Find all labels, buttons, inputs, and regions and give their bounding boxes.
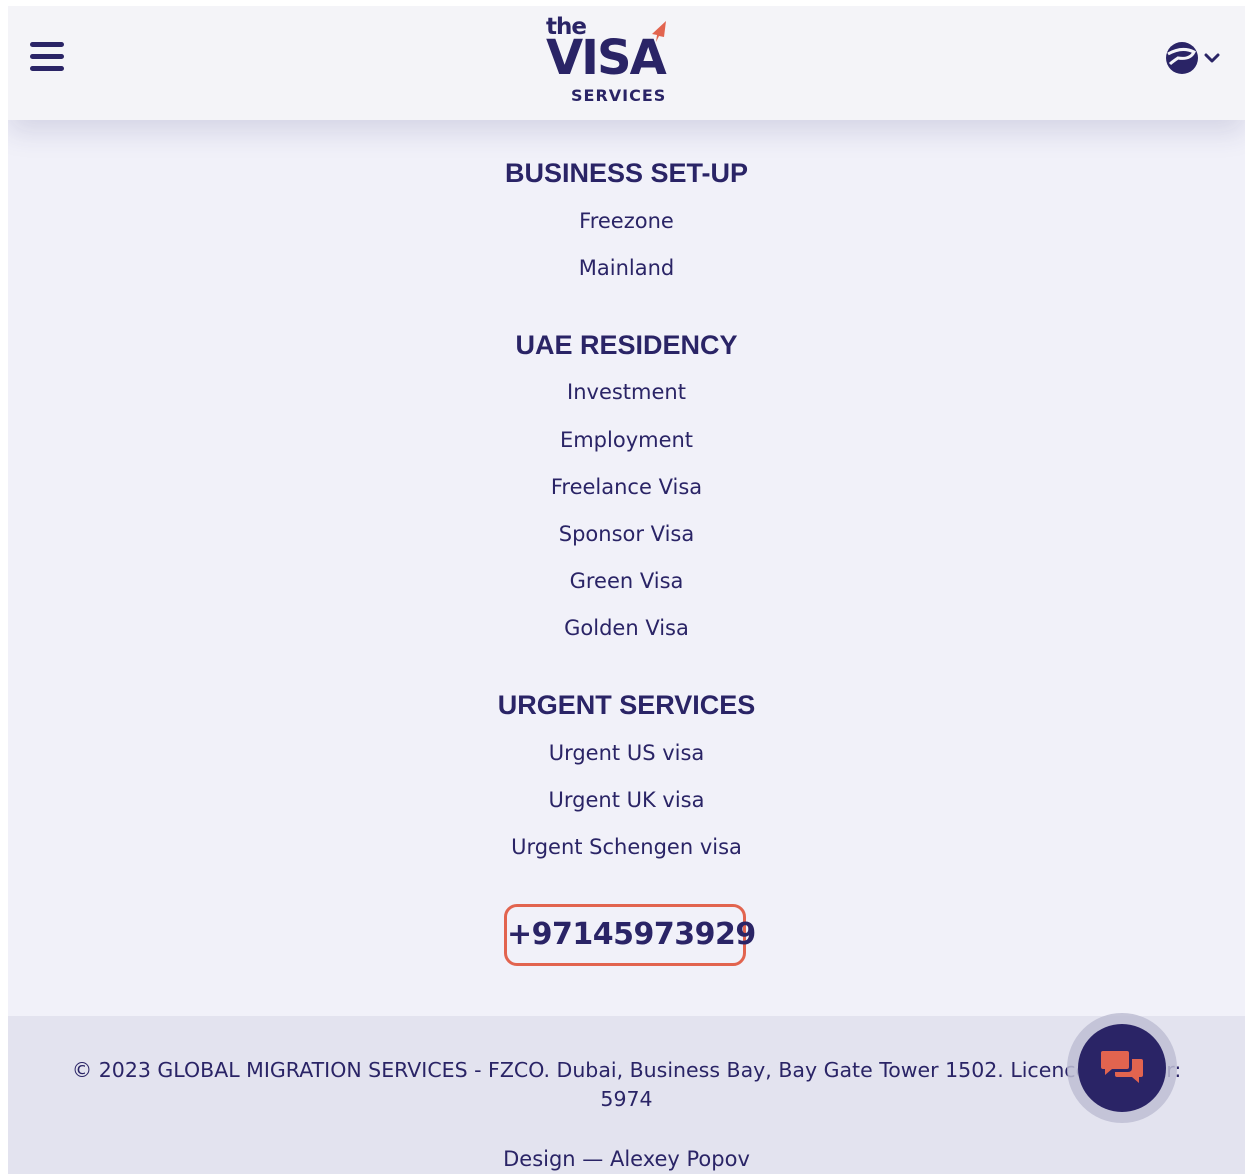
link-freezone[interactable]: Freezone (8, 207, 1245, 235)
design-credit-link[interactable]: Design — Alexey Popov (8, 1145, 1245, 1174)
paper-plane-icon (652, 21, 666, 42)
copyright-text: © 2023 GLOBAL MIGRATION SERVICES - FZCO.… (71, 1058, 1182, 1082)
link-employment[interactable]: Employment (8, 426, 1245, 454)
logo-services-text: SERVICES (571, 86, 667, 105)
page-frame: the VISA SERVICES BUSINESS SET-UP Freezo… (8, 6, 1245, 1174)
link-urgent-us-visa[interactable]: Urgent US visa (8, 739, 1245, 767)
section-title-urgent-services: URGENT SERVICES (497, 690, 756, 720)
section-title-uae-residency: UAE RESIDENCY (515, 330, 738, 360)
link-golden-visa[interactable]: Golden Visa (8, 614, 1245, 642)
chevron-down-icon (1204, 53, 1220, 63)
link-investment[interactable]: Investment (8, 378, 1245, 406)
link-urgent-schengen-visa[interactable]: Urgent Schengen visa (8, 833, 1245, 861)
phone-number-button[interactable]: +97145973929 (504, 904, 756, 966)
globe-icon (1166, 42, 1198, 74)
hamburger-menu-icon[interactable] (30, 42, 66, 72)
site-header: the VISA SERVICES (8, 6, 1245, 120)
chat-bubbles-icon (1101, 1051, 1143, 1083)
chat-button[interactable] (1067, 1013, 1177, 1123)
link-sponsor-visa[interactable]: Sponsor Visa (8, 520, 1245, 548)
link-mainland[interactable]: Mainland (8, 254, 1245, 282)
link-green-visa[interactable]: Green Visa (8, 567, 1245, 595)
link-urgent-uk-visa[interactable]: Urgent UK visa (8, 786, 1245, 814)
language-switcher[interactable] (1164, 40, 1220, 76)
section-title-business-setup: BUSINESS SET-UP (504, 158, 749, 188)
copyright-license-number: 5974 (600, 1087, 653, 1111)
site-footer: © 2023 GLOBAL MIGRATION SERVICES - FZCO.… (8, 1016, 1245, 1174)
site-logo[interactable]: the VISA SERVICES (546, 14, 702, 110)
logo-visa-text: VISA (546, 30, 667, 86)
link-freelance-visa[interactable]: Freelance Visa (8, 473, 1245, 501)
chat-button-inner (1078, 1024, 1166, 1112)
